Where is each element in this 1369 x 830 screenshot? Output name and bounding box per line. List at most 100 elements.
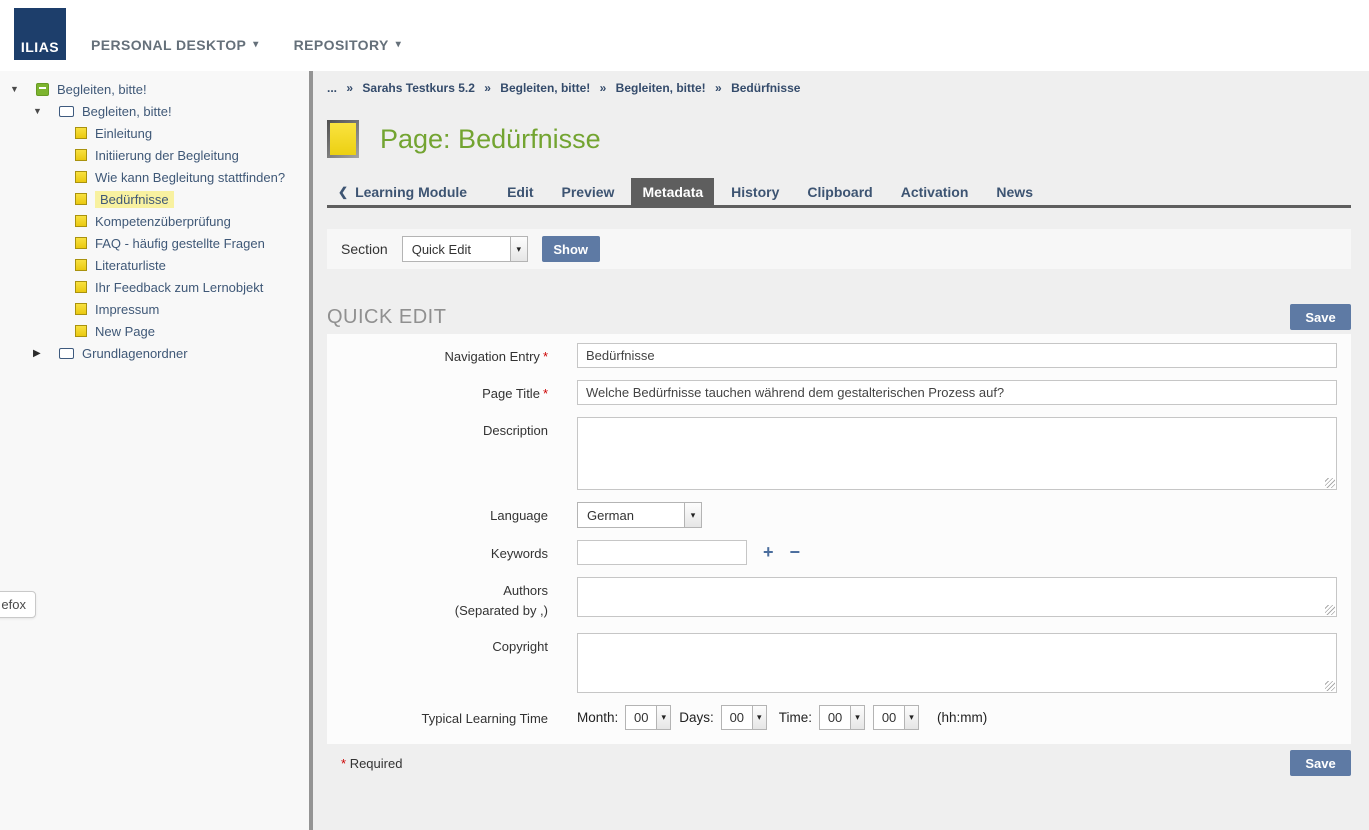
section-select[interactable]: Quick Edit ▾ <box>402 236 528 262</box>
tree-item-page[interactable]: FAQ - häufig gestellte Fragen <box>0 232 309 254</box>
copyright-textarea[interactable] <box>577 633 1337 693</box>
tree-item-label-selected: Bedürfnisse <box>95 191 174 208</box>
menu-repository[interactable]: REPOSITORY ▾ <box>294 37 401 53</box>
tree-item-page[interactable]: Wie kann Begleitung stattfinden? <box>0 166 309 188</box>
page-icon <box>75 325 87 337</box>
tree-item-page[interactable]: Initiierung der Begleitung <box>0 144 309 166</box>
resize-grip-icon[interactable] <box>1325 605 1335 615</box>
expander-open-icon[interactable]: ▼ <box>10 84 36 94</box>
form-row-navigation-entry: Navigation Entry* <box>327 343 1337 368</box>
language-select-value: German <box>578 503 684 527</box>
tab-news[interactable]: News <box>985 178 1044 205</box>
breadcrumb-ellipsis[interactable]: ... <box>327 81 337 95</box>
page-icon <box>75 193 87 205</box>
select-arrow-icon: ▾ <box>510 237 527 261</box>
tab-preview[interactable]: Preview <box>551 178 626 205</box>
add-keyword-button[interactable]: + <box>763 542 774 562</box>
tree-item-page[interactable]: Einleitung <box>0 122 309 144</box>
description-textarea[interactable] <box>577 417 1337 490</box>
navigation-entry-label: Navigation Entry <box>445 349 540 364</box>
main-menu: PERSONAL DESKTOP ▾ REPOSITORY ▾ <box>78 0 423 71</box>
keywords-input[interactable] <box>577 540 747 565</box>
select-arrow-icon: ▾ <box>850 706 864 729</box>
tree-item-page[interactable]: Kompetenzüberprüfung <box>0 210 309 232</box>
back-chevron-icon: ❮ <box>338 185 348 199</box>
tab-bar: ❮ Learning Module Edit Preview Metadata … <box>327 178 1351 208</box>
breadcrumb-link[interactable]: Sarahs Testkurs 5.2 <box>362 81 475 95</box>
time-label: Time: <box>779 710 812 725</box>
copyright-label: Copyright <box>327 633 577 693</box>
page-header: Page: Bedürfnisse <box>327 119 1351 159</box>
days-select-value: 00 <box>722 706 752 729</box>
page-icon <box>75 149 87 161</box>
days-select[interactable]: 00 ▾ <box>721 705 767 730</box>
form-row-keywords: Keywords +− <box>327 540 1337 565</box>
breadcrumb-separator: » <box>715 81 722 95</box>
hours-select[interactable]: 00 ▾ <box>819 705 865 730</box>
form-row-authors: Authors (Separated by ,) <box>327 577 1337 621</box>
breadcrumb-link[interactable]: Begleiten, bitte! <box>616 81 706 95</box>
form-row-learning-time: Typical Learning Time Month: 00 ▾ Days: … <box>327 705 1337 730</box>
navigation-entry-input[interactable] <box>577 343 1337 368</box>
month-select[interactable]: 00 ▾ <box>625 705 671 730</box>
remove-keyword-button[interactable]: − <box>790 542 801 562</box>
tree-item-label: Literaturliste <box>95 258 166 273</box>
tab-label: Clipboard <box>807 184 872 200</box>
learning-time-label: Typical Learning Time <box>327 705 577 730</box>
authors-textarea[interactable] <box>577 577 1337 617</box>
tree-item-page[interactable]: Ihr Feedback zum Lernobjekt <box>0 276 309 298</box>
page-icon <box>75 281 87 293</box>
section-toolbar: Section Quick Edit ▾ Show <box>327 229 1351 269</box>
ilias-application: ILIAS PERSONAL DESKTOP ▾ REPOSITORY ▾ ▼ … <box>0 0 1369 830</box>
breadcrumb-separator: » <box>600 81 607 95</box>
resize-grip-icon[interactable] <box>1325 478 1335 488</box>
tree-item-page[interactable]: Impressum <box>0 298 309 320</box>
save-button-top[interactable]: Save <box>1290 304 1351 330</box>
page-icon <box>75 237 87 249</box>
chevron-down-icon: ▾ <box>253 39 258 50</box>
ilias-logo[interactable]: ILIAS <box>14 8 66 60</box>
tree-item-label: Grundlagenordner <box>82 346 188 361</box>
quick-edit-heading: QUICK EDIT <box>327 306 446 329</box>
show-button[interactable]: Show <box>542 236 600 262</box>
quick-edit-header: QUICK EDIT Save <box>327 302 1351 332</box>
expander-closed-icon[interactable]: ▶ <box>33 348 59 359</box>
tree-item-page-selected[interactable]: Bedürfnisse <box>0 188 309 210</box>
tree-item-folder-collapsed[interactable]: ▶ Grundlagenordner <box>0 342 309 364</box>
breadcrumb-link[interactable]: Begleiten, bitte! <box>500 81 590 95</box>
tab-edit[interactable]: Edit <box>496 178 544 205</box>
expander-open-icon[interactable]: ▼ <box>33 106 59 116</box>
top-header: ILIAS PERSONAL DESKTOP ▾ REPOSITORY ▾ <box>0 0 1369 71</box>
tab-label: History <box>731 184 779 200</box>
learning-module-tree: ▼ Begleiten, bitte! ▼ Begleiten, bitte! … <box>0 71 309 364</box>
tree-item-module-root[interactable]: ▼ Begleiten, bitte! <box>0 78 309 100</box>
required-marker: * <box>543 386 548 401</box>
quick-edit-form: Navigation Entry* Page Title* Descrip <box>327 334 1351 744</box>
menu-personal-desktop[interactable]: PERSONAL DESKTOP ▾ <box>91 37 259 53</box>
folder-icon <box>59 106 74 117</box>
language-select[interactable]: German ▾ <box>577 502 702 528</box>
tab-metadata[interactable]: Metadata <box>631 178 714 205</box>
tab-label: Preview <box>562 184 615 200</box>
keywords-label: Keywords <box>327 540 577 565</box>
tree-item-chapter[interactable]: ▼ Begleiten, bitte! <box>0 100 309 122</box>
page-title-input[interactable] <box>577 380 1337 405</box>
folder-icon <box>59 348 74 359</box>
tab-history[interactable]: History <box>720 178 790 205</box>
breadcrumb: ... » Sarahs Testkurs 5.2 » Begleiten, b… <box>327 71 1351 95</box>
tree-item-page[interactable]: Literaturliste <box>0 254 309 276</box>
breadcrumb-current[interactable]: Bedürfnisse <box>731 81 800 95</box>
tab-learning-module[interactable]: ❮ Learning Module <box>327 178 478 205</box>
form-row-copyright: Copyright <box>327 633 1337 693</box>
tree-item-page[interactable]: New Page <box>0 320 309 342</box>
authors-label-hint: (Separated by ,) <box>455 603 548 618</box>
breadcrumb-separator: » <box>484 81 491 95</box>
tab-label: News <box>996 184 1033 200</box>
tab-activation[interactable]: Activation <box>890 178 980 205</box>
tab-clipboard[interactable]: Clipboard <box>796 178 883 205</box>
resize-grip-icon[interactable] <box>1325 681 1335 691</box>
time-format-hint: (hh:mm) <box>937 710 987 725</box>
minutes-select[interactable]: 00 ▾ <box>873 705 919 730</box>
save-button-bottom[interactable]: Save <box>1290 750 1351 776</box>
tree-item-label: Ihr Feedback zum Lernobjekt <box>95 280 263 295</box>
